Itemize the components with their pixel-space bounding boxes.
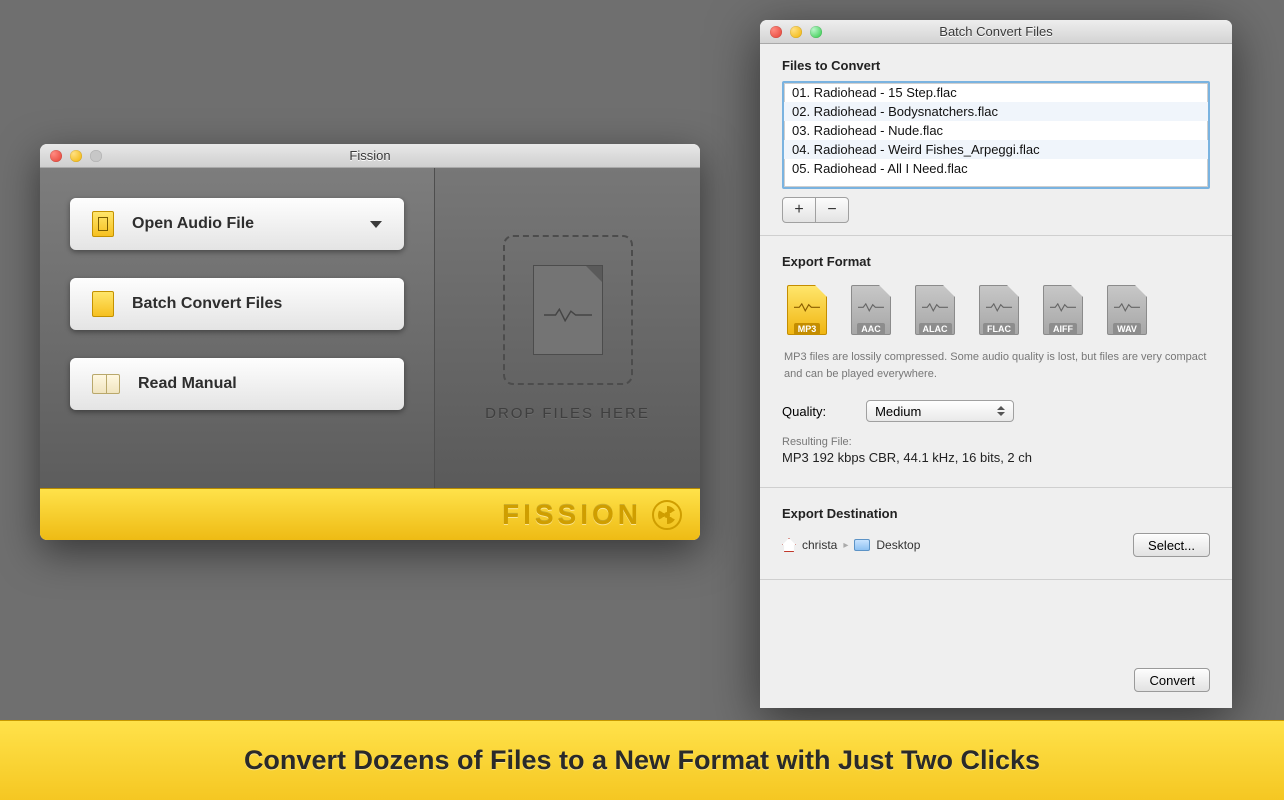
fission-title: Fission xyxy=(40,148,700,163)
files-heading: Files to Convert xyxy=(782,58,1210,73)
dropzone-outline xyxy=(503,235,633,385)
select-destination-button[interactable]: Select... xyxy=(1133,533,1210,557)
format-aiff[interactable]: AIFF xyxy=(1038,285,1088,335)
destination-heading: Export Destination xyxy=(782,506,1210,521)
open-audio-label: Open Audio File xyxy=(132,215,254,233)
batch-convert-label: Batch Convert Files xyxy=(132,295,282,313)
batch-titlebar: Batch Convert Files xyxy=(760,20,1232,44)
document-icon xyxy=(533,265,603,355)
file-row[interactable]: 02. Radiohead - Bodysnatchers.flac xyxy=(784,102,1208,121)
resulting-value: MP3 192 kbps CBR, 44.1 kHz, 16 bits, 2 c… xyxy=(782,450,1210,465)
fission-window: Fission Open Audio File Batch Convert Fi… xyxy=(40,144,700,540)
open-audio-button[interactable]: Open Audio File xyxy=(70,198,404,250)
export-format-section: Export Format MP3 AAC ALAC FLAC AIFF xyxy=(760,240,1232,473)
fission-titlebar: Fission xyxy=(40,144,700,168)
quality-select[interactable]: Medium xyxy=(866,400,1014,422)
file-row[interactable]: 01. Radiohead - 15 Step.flac xyxy=(784,83,1208,102)
quality-value: Medium xyxy=(875,404,921,419)
read-manual-button[interactable]: Read Manual xyxy=(70,358,404,410)
home-icon xyxy=(782,538,796,552)
drop-files-zone[interactable]: DROP FILES HERE xyxy=(435,168,700,488)
fission-footer: FISSION xyxy=(40,488,700,540)
radiation-icon xyxy=(652,500,682,530)
batch-convert-window: Batch Convert Files Files to Convert 01.… xyxy=(760,20,1232,708)
file-row[interactable]: 04. Radiohead - Weird Fishes_Arpeggi.fla… xyxy=(784,140,1208,159)
format-picker: MP3 AAC ALAC FLAC AIFF WAV xyxy=(782,277,1210,347)
format-label: FLAC xyxy=(983,323,1015,335)
add-file-button[interactable]: + xyxy=(782,197,816,223)
format-mp3[interactable]: MP3 xyxy=(782,285,832,335)
path-folder: Desktop xyxy=(876,538,920,552)
format-description: MP3 files are lossily compressed. Some a… xyxy=(782,347,1210,396)
path-sep-icon: ▸ xyxy=(843,540,848,551)
promo-banner: Convert Dozens of Files to a New Format … xyxy=(0,720,1284,800)
file-list[interactable]: 01. Radiohead - 15 Step.flac 02. Radiohe… xyxy=(782,81,1210,189)
folder-icon xyxy=(854,539,870,551)
stepper-arrows-icon xyxy=(993,403,1009,419)
files-section: Files to Convert 01. Radiohead - 15 Step… xyxy=(760,44,1232,231)
fission-menu: Open Audio File Batch Convert Files Read… xyxy=(40,168,435,488)
format-label: WAV xyxy=(1113,323,1141,335)
drop-files-label: DROP FILES HERE xyxy=(485,405,650,422)
export-format-heading: Export Format xyxy=(782,254,1210,269)
format-label: AIFF xyxy=(1049,323,1077,335)
batch-convert-button[interactable]: Batch Convert Files xyxy=(70,278,404,330)
file-row[interactable]: 03. Radiohead - Nude.flac xyxy=(784,121,1208,140)
format-label: MP3 xyxy=(794,323,821,335)
export-destination-section: Export Destination christa ▸ Desktop Sel… xyxy=(760,492,1232,569)
audio-file-icon xyxy=(92,211,114,237)
read-manual-label: Read Manual xyxy=(138,375,237,393)
destination-path: christa ▸ Desktop xyxy=(782,538,920,552)
quality-label: Quality: xyxy=(782,404,826,419)
remove-file-button[interactable]: − xyxy=(815,197,849,223)
manual-icon xyxy=(92,374,120,394)
format-label: ALAC xyxy=(919,323,952,335)
fission-logo-text: FISSION xyxy=(502,499,642,531)
format-alac[interactable]: ALAC xyxy=(910,285,960,335)
path-user: christa xyxy=(802,538,837,552)
format-flac[interactable]: FLAC xyxy=(974,285,1024,335)
chevron-down-icon xyxy=(370,221,382,228)
format-wav[interactable]: WAV xyxy=(1102,285,1152,335)
batch-files-icon xyxy=(92,291,114,317)
format-label: AAC xyxy=(857,323,885,335)
resulting-label: Resulting File: xyxy=(782,436,1210,448)
file-row[interactable]: 05. Radiohead - All I Need.flac xyxy=(784,159,1208,178)
banner-text: Convert Dozens of Files to a New Format … xyxy=(244,745,1040,776)
format-aac[interactable]: AAC xyxy=(846,285,896,335)
convert-button[interactable]: Convert xyxy=(1134,668,1210,692)
batch-title: Batch Convert Files xyxy=(760,24,1232,39)
